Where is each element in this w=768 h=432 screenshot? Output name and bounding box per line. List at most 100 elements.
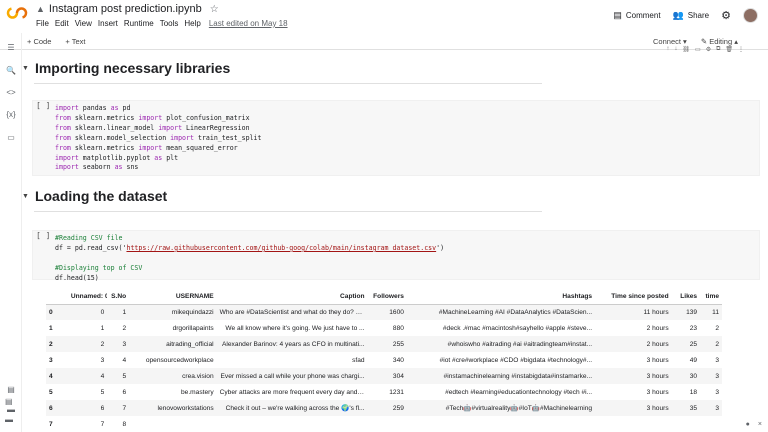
menu-runtime[interactable]: Runtime — [124, 19, 154, 28]
column-header: Hashtags — [406, 290, 596, 305]
files-icon[interactable]: ▭ — [5, 133, 17, 143]
table-row: 2 2 3 aitrading_official Alexander Barinov: … — [46, 336, 722, 352]
keyboard-shortcuts-icon[interactable]: ▤ — [5, 397, 13, 406]
table-cell: 1600 — [367, 304, 407, 320]
table-cell — [217, 416, 368, 432]
section-heading: ▼ Loading the dataset — [22, 188, 167, 204]
table-cell: 3 hours — [646, 356, 669, 364]
table-cell: #iot #cre#workplace #CDO #bigdata #techn… — [439, 356, 593, 364]
collapse-caret-icon[interactable]: ▼ — [22, 193, 29, 200]
section-heading: ▼ Importing necessary libraries — [22, 60, 230, 76]
code-text: df = pd.read_csv(' — [55, 243, 127, 252]
connect-button[interactable]: Connect ▾ — [653, 37, 687, 46]
table-row: 1 1 2 drgorillapaints We all know where it's… — [46, 320, 722, 336]
drive-icon[interactable]: ▲ — [36, 4, 45, 14]
table-cell: 2 — [700, 336, 722, 352]
code-text: plt — [162, 153, 179, 162]
close-icon[interactable]: × — [758, 421, 762, 428]
top-bar: ▲ Instagram post prediction.ipynb ☆ File… — [0, 0, 768, 33]
table-row: 7 7 8 — [46, 416, 722, 432]
last-edited-link[interactable]: Last edited on May 18 — [209, 19, 288, 28]
variables-icon[interactable]: {x} — [5, 110, 17, 120]
code-keyword: from — [55, 133, 71, 142]
table-of-contents-icon[interactable]: ☰ — [5, 43, 17, 53]
menu-view[interactable]: View — [75, 19, 92, 28]
column-header: USERNAME — [129, 290, 217, 305]
table-row: 4 4 5 crea.vision Ever missed a call while y… — [46, 368, 722, 384]
code-keyword: import — [138, 113, 163, 122]
dataframe-table: Unnamed: 0 S.No USERNAME Caption Followers Ha… — [46, 290, 722, 432]
code-text: pandas — [78, 104, 111, 112]
code-comment: #Reading CSV file — [55, 234, 123, 242]
code-keyword: from — [55, 123, 71, 132]
colab-logo-icon[interactable] — [6, 6, 28, 20]
column-header: Time since posted — [595, 290, 672, 305]
code-keyword: import — [158, 123, 183, 132]
collapse-caret-icon[interactable]: ▼ — [22, 65, 29, 72]
table-cell: 5 — [100, 388, 105, 396]
menu-insert[interactable]: Insert — [98, 19, 118, 28]
table-cell: 7 — [107, 400, 130, 416]
table-cell: 259 — [367, 400, 407, 416]
run-cell-button[interactable]: [ ] — [36, 231, 50, 240]
menu-tools[interactable]: Tools — [160, 19, 179, 28]
run-cell-button[interactable]: [ ] — [36, 101, 50, 110]
table-cell: 3 — [700, 400, 722, 416]
menu-edit[interactable]: Edit — [55, 19, 69, 28]
code-text: sns — [122, 163, 139, 172]
code-editor[interactable]: #Reading CSV file df = pd.read_csv('https… — [55, 234, 444, 284]
table-cell: sfad — [352, 356, 365, 364]
table-cell: 3 — [700, 368, 722, 384]
code-cell[interactable]: [ ] import pandas as pd from sklearn.metr… — [32, 100, 760, 176]
code-editor[interactable]: import pandas as pd from sklearn.metrics … — [55, 104, 261, 173]
code-keyword: as — [114, 163, 123, 172]
table-cell: #instamachinelearning #instabigdata#inst… — [406, 368, 596, 384]
table-cell: Who are #DataScientist and what do they … — [216, 304, 368, 320]
terminal-icon[interactable]: ▬ — [5, 405, 17, 415]
gear-icon[interactable]: ⚙ — [721, 9, 731, 22]
code-cell[interactable]: [ ] #Reading CSV file df = pd.read_csv('h… — [32, 230, 760, 282]
table-cell: 3 — [715, 356, 719, 364]
comment-button[interactable]: ▤ Comment — [613, 10, 660, 21]
code-line: from sklearn.model_selection import trai… — [55, 134, 261, 144]
column-header: time — [700, 290, 722, 305]
table-cell: 7 — [100, 420, 105, 428]
table-row: 3 3 4 opensourcedworkplace sfad 340 #iot #cre#… — [46, 352, 722, 368]
table-cell — [407, 416, 595, 432]
search-icon[interactable]: 🔍 — [5, 66, 17, 76]
code-text: train_test_split — [193, 133, 262, 142]
table-cell: 6 — [67, 400, 108, 416]
editing-button[interactable]: ✎ Editing ▴ — [701, 37, 738, 46]
command-palette-icon[interactable]: ▤ — [5, 385, 17, 395]
column-header: S.No — [107, 290, 130, 305]
status-area: ● × — [746, 421, 762, 428]
table-cell: 2 — [715, 324, 719, 332]
star-icon[interactable]: ☆ — [210, 4, 219, 15]
code-text: pd — [118, 104, 131, 112]
code-snippets-icon[interactable]: <> — [5, 88, 17, 98]
editing-label: Editing — [709, 37, 733, 46]
share-button[interactable]: 👥 Share — [673, 10, 710, 21]
table-cell: Cyber attacks are more frequent every da… — [219, 388, 365, 396]
table-row: 0 0 1 mikequindazzi Who are #DataScientist a… — [46, 304, 722, 320]
code-text: LinearRegression — [182, 123, 250, 132]
code-line: from sklearn.metrics import plot_confusi… — [55, 114, 261, 124]
menu-help[interactable]: Help — [184, 19, 200, 28]
menu-bar: File Edit View Insert Runtime Tools Help… — [36, 19, 288, 28]
notebook-title[interactable]: Instagram post prediction.ipynb — [49, 3, 202, 15]
code-keyword: as — [110, 104, 119, 112]
table-cell: #MachineLearning #AI #DataAnalytics #Dat… — [406, 304, 596, 320]
code-keyword: from — [55, 143, 71, 152]
column-header: Unnamed: 0 — [67, 290, 108, 305]
add-text-button[interactable]: + Text — [65, 37, 85, 46]
table-cell: 1231 — [389, 388, 404, 396]
terminal-icon[interactable]: ▬ — [5, 415, 13, 424]
section-title: Importing necessary libraries — [34, 60, 231, 76]
avatar[interactable] — [743, 8, 758, 23]
table-cell: mikequindazzi — [129, 304, 217, 320]
table-cell: 1 — [100, 324, 105, 332]
chevron-down-icon: ▾ — [683, 37, 687, 46]
add-code-button[interactable]: + Code — [27, 37, 51, 46]
menu-file[interactable]: File — [36, 19, 49, 28]
code-line: import matplotlib.pyplot as plt — [55, 154, 261, 164]
